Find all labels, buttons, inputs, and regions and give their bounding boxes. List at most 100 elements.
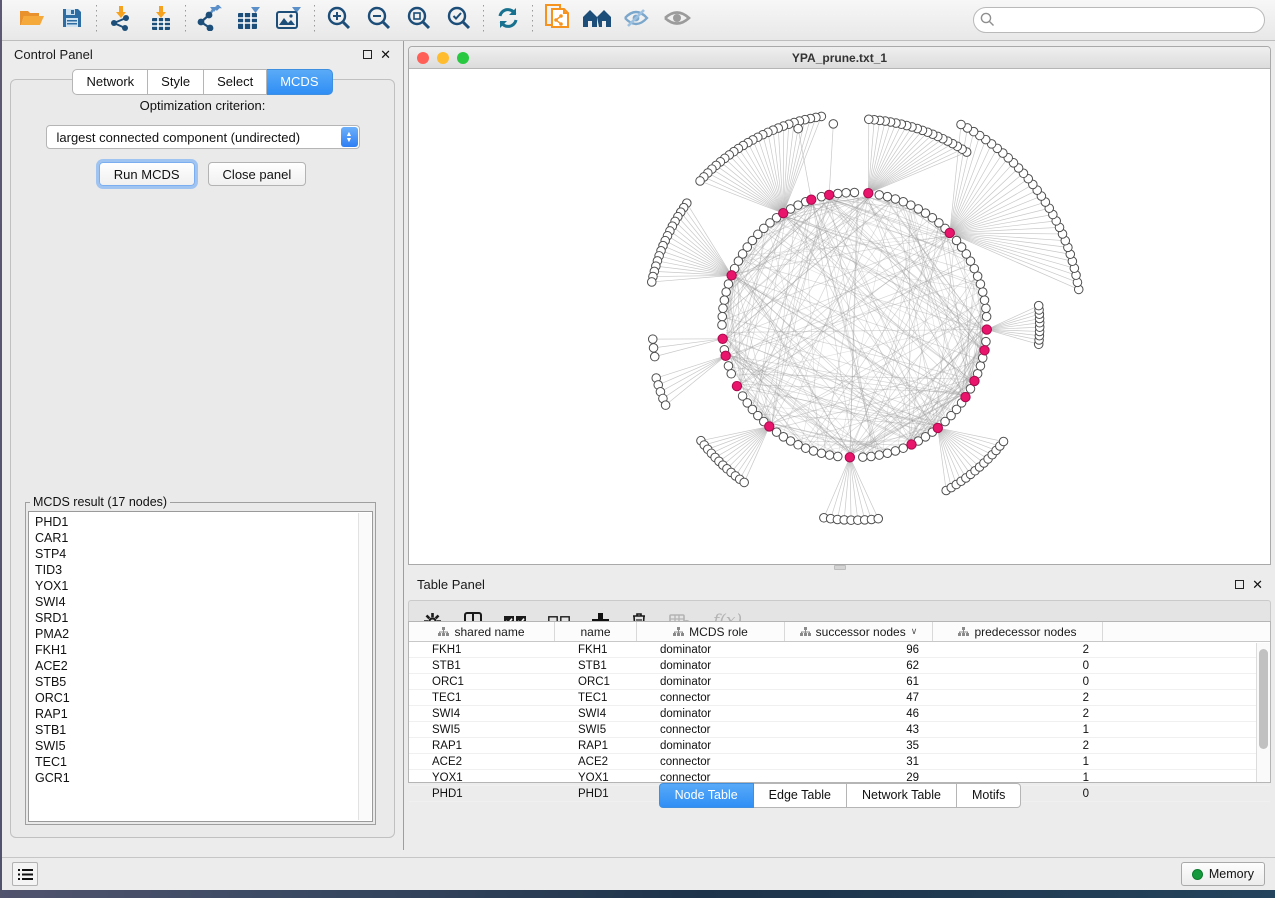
table-cell: 1 bbox=[933, 772, 1103, 784]
table-cell: 96 bbox=[785, 644, 933, 656]
task-history-button[interactable] bbox=[12, 862, 38, 886]
open-file-icon bbox=[19, 8, 45, 33]
list-item[interactable]: STP4 bbox=[35, 546, 372, 562]
criterion-select[interactable]: largest connected component (undirected)… bbox=[46, 125, 360, 149]
network-window-titlebar[interactable]: YPA_prune.txt_1 bbox=[409, 47, 1270, 69]
table-cell: 2 bbox=[933, 692, 1103, 704]
float-panel-icon[interactable] bbox=[363, 50, 372, 59]
column-header[interactable]: predecessor nodes bbox=[933, 622, 1103, 641]
splitter-grip-icon[interactable] bbox=[834, 565, 846, 570]
zoom-selected-icon bbox=[446, 5, 472, 36]
export-network-button[interactable] bbox=[190, 3, 230, 37]
list-item[interactable]: CAR1 bbox=[35, 530, 372, 546]
tab-style[interactable]: Style bbox=[148, 69, 204, 95]
table-row[interactable]: TEC1TEC1connector472 bbox=[409, 690, 1270, 706]
tab-mcds[interactable]: MCDS bbox=[267, 69, 332, 95]
show-all-button[interactable] bbox=[657, 3, 697, 37]
table-cell: 0 bbox=[933, 660, 1103, 672]
list-icon bbox=[18, 868, 33, 881]
table-cell: connector bbox=[637, 724, 785, 736]
table-row[interactable]: STB1STB1dominator620 bbox=[409, 658, 1270, 674]
export-image-button[interactable] bbox=[270, 3, 310, 37]
column-header[interactable]: successor nodes∨ bbox=[785, 622, 933, 641]
column-header-label: name bbox=[580, 625, 610, 639]
zoom-selected-button[interactable] bbox=[439, 3, 479, 37]
import-network-button[interactable] bbox=[101, 3, 141, 37]
list-item[interactable]: PHD1 bbox=[35, 514, 372, 530]
close-panel-icon[interactable]: ✕ bbox=[380, 50, 391, 59]
table-panel-title: Table Panel bbox=[417, 577, 485, 592]
search-input[interactable] bbox=[973, 7, 1265, 33]
first-neighbors-button[interactable] bbox=[577, 3, 617, 37]
scrollbar-thumb[interactable] bbox=[1259, 649, 1268, 749]
table-row[interactable]: ORC1ORC1dominator610 bbox=[409, 674, 1270, 690]
table-cell: connector bbox=[637, 756, 785, 768]
table-cell: 46 bbox=[785, 708, 933, 720]
list-item[interactable]: YOX1 bbox=[35, 578, 372, 594]
tab-motifs[interactable]: Motifs bbox=[957, 783, 1021, 808]
export-network-icon bbox=[197, 5, 223, 36]
hide-selected-button[interactable] bbox=[617, 3, 657, 37]
list-item[interactable]: PMA2 bbox=[35, 626, 372, 642]
list-item[interactable]: ORC1 bbox=[35, 690, 372, 706]
table-row[interactable]: ACE2ACE2connector311 bbox=[409, 754, 1270, 770]
column-header-label: successor nodes bbox=[816, 625, 906, 639]
table-row[interactable]: SWI4SWI4dominator462 bbox=[409, 706, 1270, 722]
column-header[interactable]: name bbox=[555, 622, 637, 641]
optimization-criterion-label: Optimization criterion: bbox=[11, 98, 394, 113]
toolbar-separator bbox=[532, 5, 533, 35]
zoom-in-button[interactable] bbox=[319, 3, 359, 37]
table-row[interactable]: RAP1RAP1dominator352 bbox=[409, 738, 1270, 754]
table-cell: 0 bbox=[933, 676, 1103, 688]
tab-node-table[interactable]: Node Table bbox=[659, 783, 754, 808]
tab-select[interactable]: Select bbox=[204, 69, 267, 95]
table-cell: ORC1 bbox=[409, 676, 555, 688]
close-panel-icon[interactable]: ✕ bbox=[1252, 580, 1263, 589]
list-item[interactable]: STB5 bbox=[35, 674, 372, 690]
export-table-button[interactable] bbox=[230, 3, 270, 37]
float-panel-icon[interactable] bbox=[1235, 580, 1244, 589]
memory-button[interactable]: Memory bbox=[1181, 862, 1265, 886]
column-header[interactable]: shared name bbox=[409, 622, 555, 641]
list-item[interactable]: SWI5 bbox=[35, 738, 372, 754]
column-header[interactable]: MCDS role bbox=[637, 622, 785, 641]
duplicate-network-button[interactable] bbox=[537, 3, 577, 37]
tab-edge-table[interactable]: Edge Table bbox=[754, 783, 847, 808]
table-scrollbar[interactable] bbox=[1256, 643, 1270, 782]
network-view[interactable] bbox=[409, 69, 1270, 564]
list-item[interactable]: TID3 bbox=[35, 562, 372, 578]
table-cell: dominator bbox=[637, 660, 785, 672]
table-cell: RAP1 bbox=[409, 740, 555, 752]
tab-network-table[interactable]: Network Table bbox=[847, 783, 957, 808]
import-table-button[interactable] bbox=[141, 3, 181, 37]
table-cell: dominator bbox=[637, 644, 785, 656]
cytoscape-window: Control Panel ✕ NetworkStyleSelectMCDS O… bbox=[2, 0, 1275, 890]
list-item[interactable]: GCR1 bbox=[35, 770, 372, 786]
list-item[interactable]: ACE2 bbox=[35, 658, 372, 674]
table-cell: 2 bbox=[933, 708, 1103, 720]
close-panel-button[interactable]: Close panel bbox=[208, 162, 307, 186]
list-scrollbar[interactable] bbox=[358, 513, 371, 820]
list-item[interactable]: RAP1 bbox=[35, 706, 372, 722]
table-cell: ACE2 bbox=[555, 756, 637, 768]
apply-layout-button[interactable] bbox=[488, 3, 528, 37]
table-cell: ACE2 bbox=[409, 756, 555, 768]
table-cell: dominator bbox=[637, 740, 785, 752]
table-panel-titlebar: Table Panel ✕ bbox=[405, 571, 1275, 597]
run-mcds-button[interactable]: Run MCDS bbox=[99, 162, 195, 186]
save-session-button[interactable] bbox=[52, 3, 92, 37]
list-item[interactable]: SRD1 bbox=[35, 610, 372, 626]
list-item[interactable]: TEC1 bbox=[35, 754, 372, 770]
zoom-fit-button[interactable] bbox=[399, 3, 439, 37]
list-item[interactable]: FKH1 bbox=[35, 642, 372, 658]
list-item[interactable]: STB1 bbox=[35, 722, 372, 738]
network-graph[interactable] bbox=[409, 69, 1270, 564]
table-row[interactable]: SWI5SWI5connector431 bbox=[409, 722, 1270, 738]
mcds-result-list[interactable]: PHD1CAR1STP4TID3YOX1SWI4SRD1PMA2FKH1ACE2… bbox=[28, 511, 373, 822]
list-item[interactable]: SWI4 bbox=[35, 594, 372, 610]
open-file-button[interactable] bbox=[12, 3, 52, 37]
table-row[interactable]: FKH1FKH1dominator962 bbox=[409, 642, 1270, 658]
zoom-out-button[interactable] bbox=[359, 3, 399, 37]
tab-network[interactable]: Network bbox=[72, 69, 148, 95]
table-cell: RAP1 bbox=[555, 740, 637, 752]
